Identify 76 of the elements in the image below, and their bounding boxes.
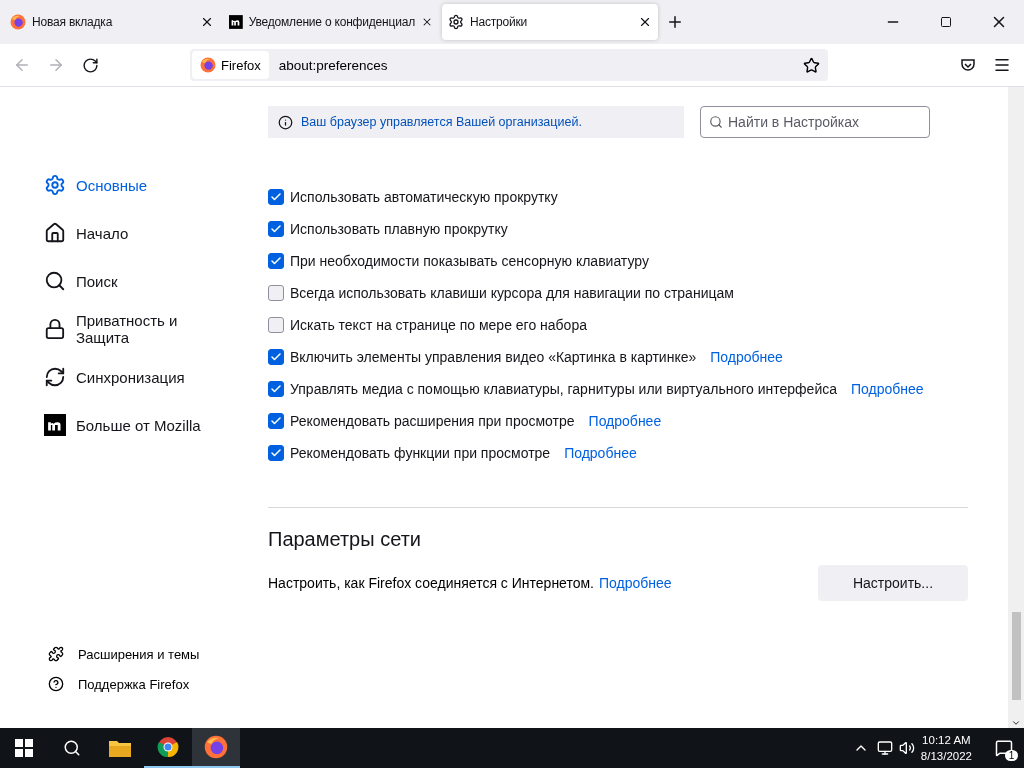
section-title: Параметры сети <box>268 528 422 551</box>
scroll-down-icon[interactable] <box>1011 718 1021 728</box>
checkbox[interactable] <box>268 253 284 269</box>
option-label: Использовать плавную прокрутку <box>290 221 508 237</box>
sidebar-item[interactable]: Основные <box>44 161 234 209</box>
gear-icon <box>448 14 464 30</box>
clock[interactable]: 10:12 AM 8/13/2022 <box>920 732 972 764</box>
firefox-logo-icon <box>10 14 26 30</box>
browser-tab[interactable]: Настройки <box>442 4 658 40</box>
checkbox[interactable] <box>268 285 284 301</box>
scrollbar-thumb[interactable] <box>1011 612 1021 700</box>
check-icon <box>270 447 282 459</box>
option-label: Использовать автоматическую прокрутку <box>290 189 558 205</box>
option-label: Всегда использовать клавиши курсора для навигации по страницам <box>290 285 734 301</box>
notification-count: 1 <box>1005 750 1018 761</box>
search-icon <box>44 270 66 292</box>
option-label: Искать текст на странице по мере его набора <box>290 317 587 333</box>
volume-icon[interactable] <box>898 740 915 756</box>
sidebar-item[interactable]: Поиск <box>44 257 234 305</box>
checkbox[interactable] <box>268 317 284 333</box>
url-text: about:preferences <box>278 57 389 73</box>
checkbox[interactable] <box>268 189 284 205</box>
sync-icon <box>44 366 66 388</box>
check-icon <box>270 351 282 363</box>
sidebar-link[interactable]: Поддержка Firefox <box>44 676 260 692</box>
checkbox[interactable] <box>268 445 284 461</box>
settings-button[interactable]: Настроить... <box>818 565 968 601</box>
learn-more-link[interactable]: Подробнее <box>599 575 672 591</box>
sidebar-item[interactable]: Приватность и Защита <box>44 305 234 353</box>
m-logo-icon <box>229 14 243 30</box>
checkbox[interactable] <box>268 221 284 237</box>
firefox-logo-icon <box>204 735 228 759</box>
identity-label[interactable]: Firefox <box>192 51 269 79</box>
browser-tab[interactable]: Уведомление о конфиденциал <box>223 4 439 40</box>
check-icon <box>270 191 282 203</box>
option-label: Управлять медиа с помощью клавиатуры, гарнитуры или виртуального интерфейса <box>290 381 837 397</box>
checkbox[interactable] <box>268 349 284 365</box>
gear-icon <box>44 174 66 196</box>
star-icon[interactable] <box>803 56 820 74</box>
address-bar[interactable]: Firefox about:preferences <box>190 49 828 81</box>
sidebar-link[interactable]: Расширения и темы <box>44 646 260 662</box>
check-icon <box>270 255 282 267</box>
firefox-logo-icon <box>200 57 216 73</box>
option-label: Рекомендовать расширения при просмотре <box>290 413 575 429</box>
lock-icon <box>44 318 66 340</box>
network-text: Настроить, как Firefox соединяется с Интернетом. <box>268 575 594 591</box>
notice-text: Ваш браузер управляется Вашей организацией. <box>301 115 582 129</box>
learn-more-link[interactable]: Подробнее <box>588 413 662 429</box>
learn-more-link[interactable]: Подробнее <box>564 445 637 461</box>
sidebar-item[interactable]: Начало <box>44 209 234 257</box>
info-icon <box>278 114 293 130</box>
checkbox[interactable] <box>268 413 284 429</box>
help-icon <box>48 676 64 692</box>
close-icon[interactable] <box>638 15 652 29</box>
m-logo-icon <box>44 414 66 436</box>
check-icon <box>270 383 282 395</box>
browser-tab[interactable]: Новая вкладка <box>4 4 220 40</box>
firefox-taskbar-icon[interactable] <box>192 728 240 768</box>
option-label: Включить элементы управления видео «Картинка в картинке» <box>290 349 697 365</box>
search-icon <box>709 115 723 129</box>
sidebar-item[interactable]: Больше от Mozilla <box>44 401 234 449</box>
puzzle-icon <box>48 646 64 662</box>
check-icon <box>270 415 282 427</box>
network-icon[interactable] <box>876 740 893 756</box>
sidebar-item[interactable]: Синхронизация <box>44 353 234 401</box>
search-field[interactable]: Найти в Настройках <box>700 106 930 138</box>
checkbox[interactable] <box>268 381 284 397</box>
notifications-icon[interactable] <box>995 739 1013 757</box>
option-label: При необходимости показывать сенсорную клавиатуру <box>290 253 649 269</box>
learn-more-link[interactable]: Подробнее <box>710 349 783 365</box>
check-icon <box>270 223 282 235</box>
learn-more-link[interactable]: Подробнее <box>851 381 924 397</box>
close-icon[interactable] <box>200 15 214 29</box>
option-label: Рекомендовать функции при просмотре <box>290 445 551 461</box>
scrollbar[interactable] <box>1008 87 1024 728</box>
home-icon <box>44 222 66 244</box>
